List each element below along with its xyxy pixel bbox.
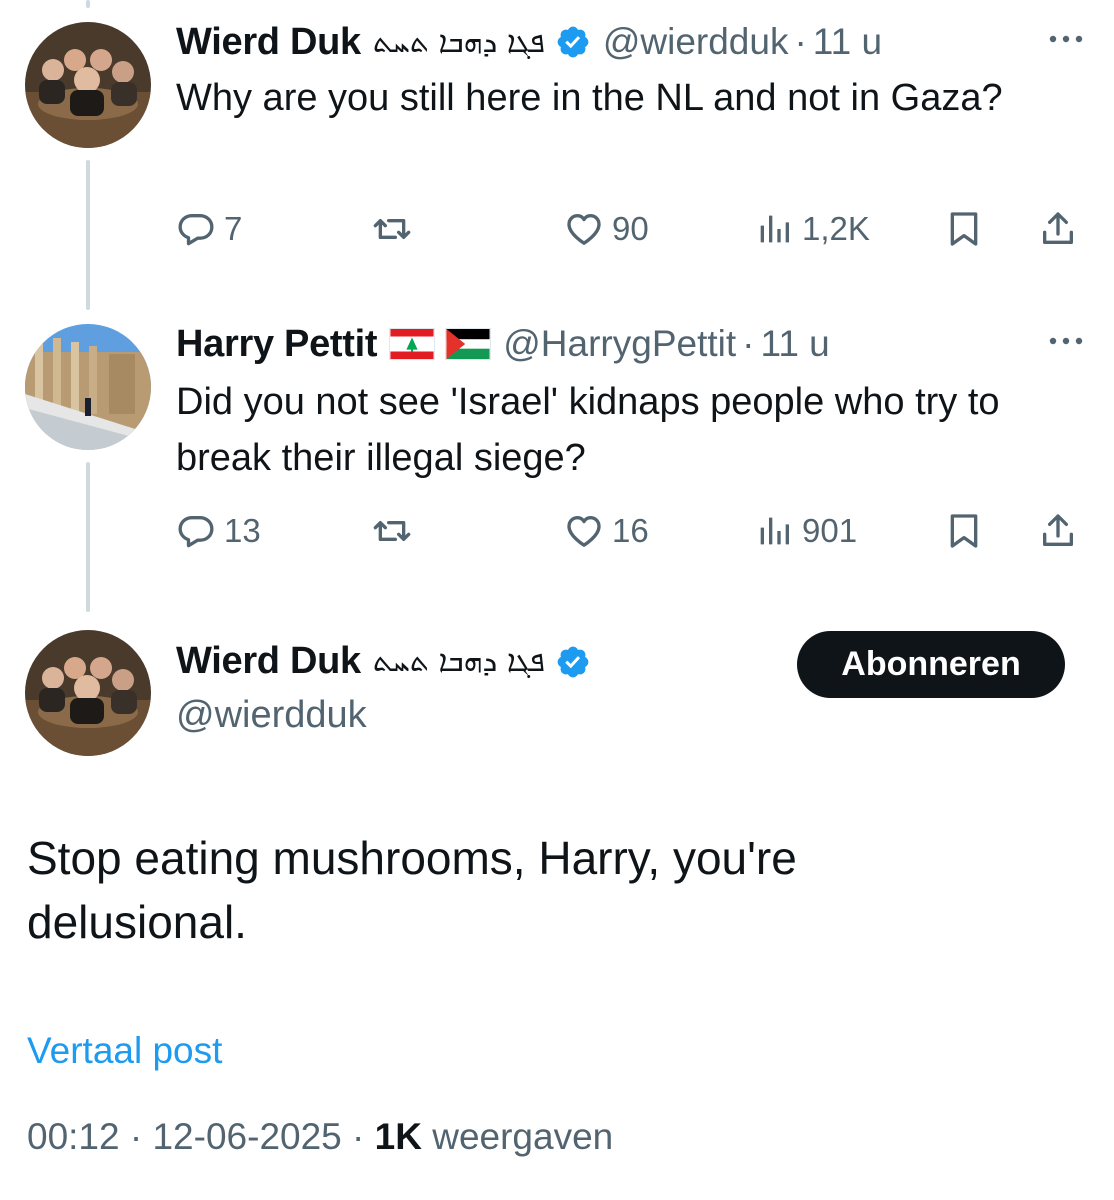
- repost-icon: [373, 521, 411, 541]
- post-text: Did you not see 'Israel' kidnaps people …: [176, 381, 1000, 479]
- author-handle[interactable]: @wierdduk: [176, 694, 367, 737]
- bookmark-button[interactable]: [944, 204, 984, 254]
- share-button[interactable]: [1038, 204, 1078, 254]
- repost-button[interactable]: [372, 204, 412, 254]
- views-icon: [760, 517, 789, 545]
- views-button[interactable]: 901: [754, 506, 857, 556]
- views-count: 901: [802, 512, 858, 549]
- more-icon[interactable]: [1046, 334, 1086, 348]
- post-time[interactable]: 00:12: [27, 1116, 120, 1157]
- avatar[interactable]: [25, 630, 151, 756]
- reply-icon: [178, 516, 214, 548]
- thread-connector-top: [86, 0, 90, 8]
- author-script-name: ܦܓܐ ܕܗܒܐ ܬܚܬ: [372, 24, 545, 60]
- subscribe-button[interactable]: Abonneren: [797, 631, 1065, 698]
- reply-count: 7: [224, 210, 243, 247]
- bookmark-button[interactable]: [944, 506, 984, 556]
- reply-icon: [178, 214, 214, 246]
- post-actions: 13 16 901: [176, 506, 1086, 556]
- like-button[interactable]: 16: [564, 506, 649, 556]
- thread-reply[interactable]: Wierd Duk ܦܓܐ ܕܗܒܐ ܬܚܬ @wierdduk · 11 u …: [0, 18, 1114, 298]
- like-count: 16: [612, 512, 649, 549]
- verified-icon: [557, 26, 589, 58]
- post-time[interactable]: 11 u: [760, 323, 829, 365]
- post-time[interactable]: 11 u: [813, 21, 882, 63]
- separator-dot: ·: [794, 21, 807, 62]
- separator-dot: ·: [129, 1116, 153, 1157]
- like-button[interactable]: 90: [564, 204, 649, 254]
- post-meta: 00:12 · 12-06-2025 · 1K weergaven: [27, 1116, 613, 1158]
- views-icon: [760, 215, 789, 243]
- bookmark-icon: [950, 212, 978, 246]
- reply-count: 13: [224, 512, 261, 549]
- author-name[interactable]: Wierd Duk: [176, 21, 361, 64]
- author-name[interactable]: Wierd Duk: [176, 640, 361, 683]
- author-name[interactable]: Harry Pettit: [176, 323, 378, 366]
- post-actions: 7 90 1,2K: [176, 204, 1086, 254]
- translate-post-link[interactable]: Vertaal post: [27, 1030, 222, 1072]
- verified-icon: [557, 646, 589, 677]
- more-icon[interactable]: [1046, 32, 1086, 46]
- repost-icon: [373, 219, 411, 239]
- share-icon: [1043, 212, 1073, 244]
- like-icon: [567, 516, 601, 547]
- reply-button[interactable]: 7: [176, 204, 242, 254]
- author-handle[interactable]: @wierdduk: [603, 21, 789, 63]
- thread-reply[interactable]: Harry Pettit @HarrygPettit · 11 u Did yo…: [0, 320, 1114, 600]
- post-date[interactable]: 12-06-2025: [152, 1116, 341, 1157]
- avatar[interactable]: [25, 324, 151, 450]
- lebanon-flag: [389, 328, 436, 360]
- views-label: weergaven: [432, 1116, 614, 1157]
- separator-dot: ·: [352, 1116, 375, 1157]
- share-button[interactable]: [1038, 506, 1078, 556]
- like-count: 90: [612, 210, 649, 247]
- views-button[interactable]: 1,2K: [754, 204, 870, 254]
- share-icon: [1043, 514, 1073, 546]
- author-handle[interactable]: @HarrygPettit: [503, 323, 736, 365]
- post-text: Why are you still here in the NL and not…: [176, 77, 1003, 119]
- repost-button[interactable]: [372, 506, 412, 556]
- separator-dot: ·: [742, 323, 755, 364]
- views-count: 1,2K: [802, 210, 870, 247]
- palestine-flag: [445, 328, 492, 360]
- views-count: 1K: [374, 1116, 422, 1157]
- post-text: Stop eating mushrooms, Harry, you're del…: [27, 832, 797, 948]
- reply-button[interactable]: 13: [176, 506, 261, 556]
- author-script-name: ܦܓܐ ܕܗܒܐ ܬܚܬ: [372, 644, 545, 679]
- bookmark-icon: [950, 514, 978, 548]
- avatar[interactable]: [25, 22, 151, 148]
- like-icon: [567, 214, 601, 245]
